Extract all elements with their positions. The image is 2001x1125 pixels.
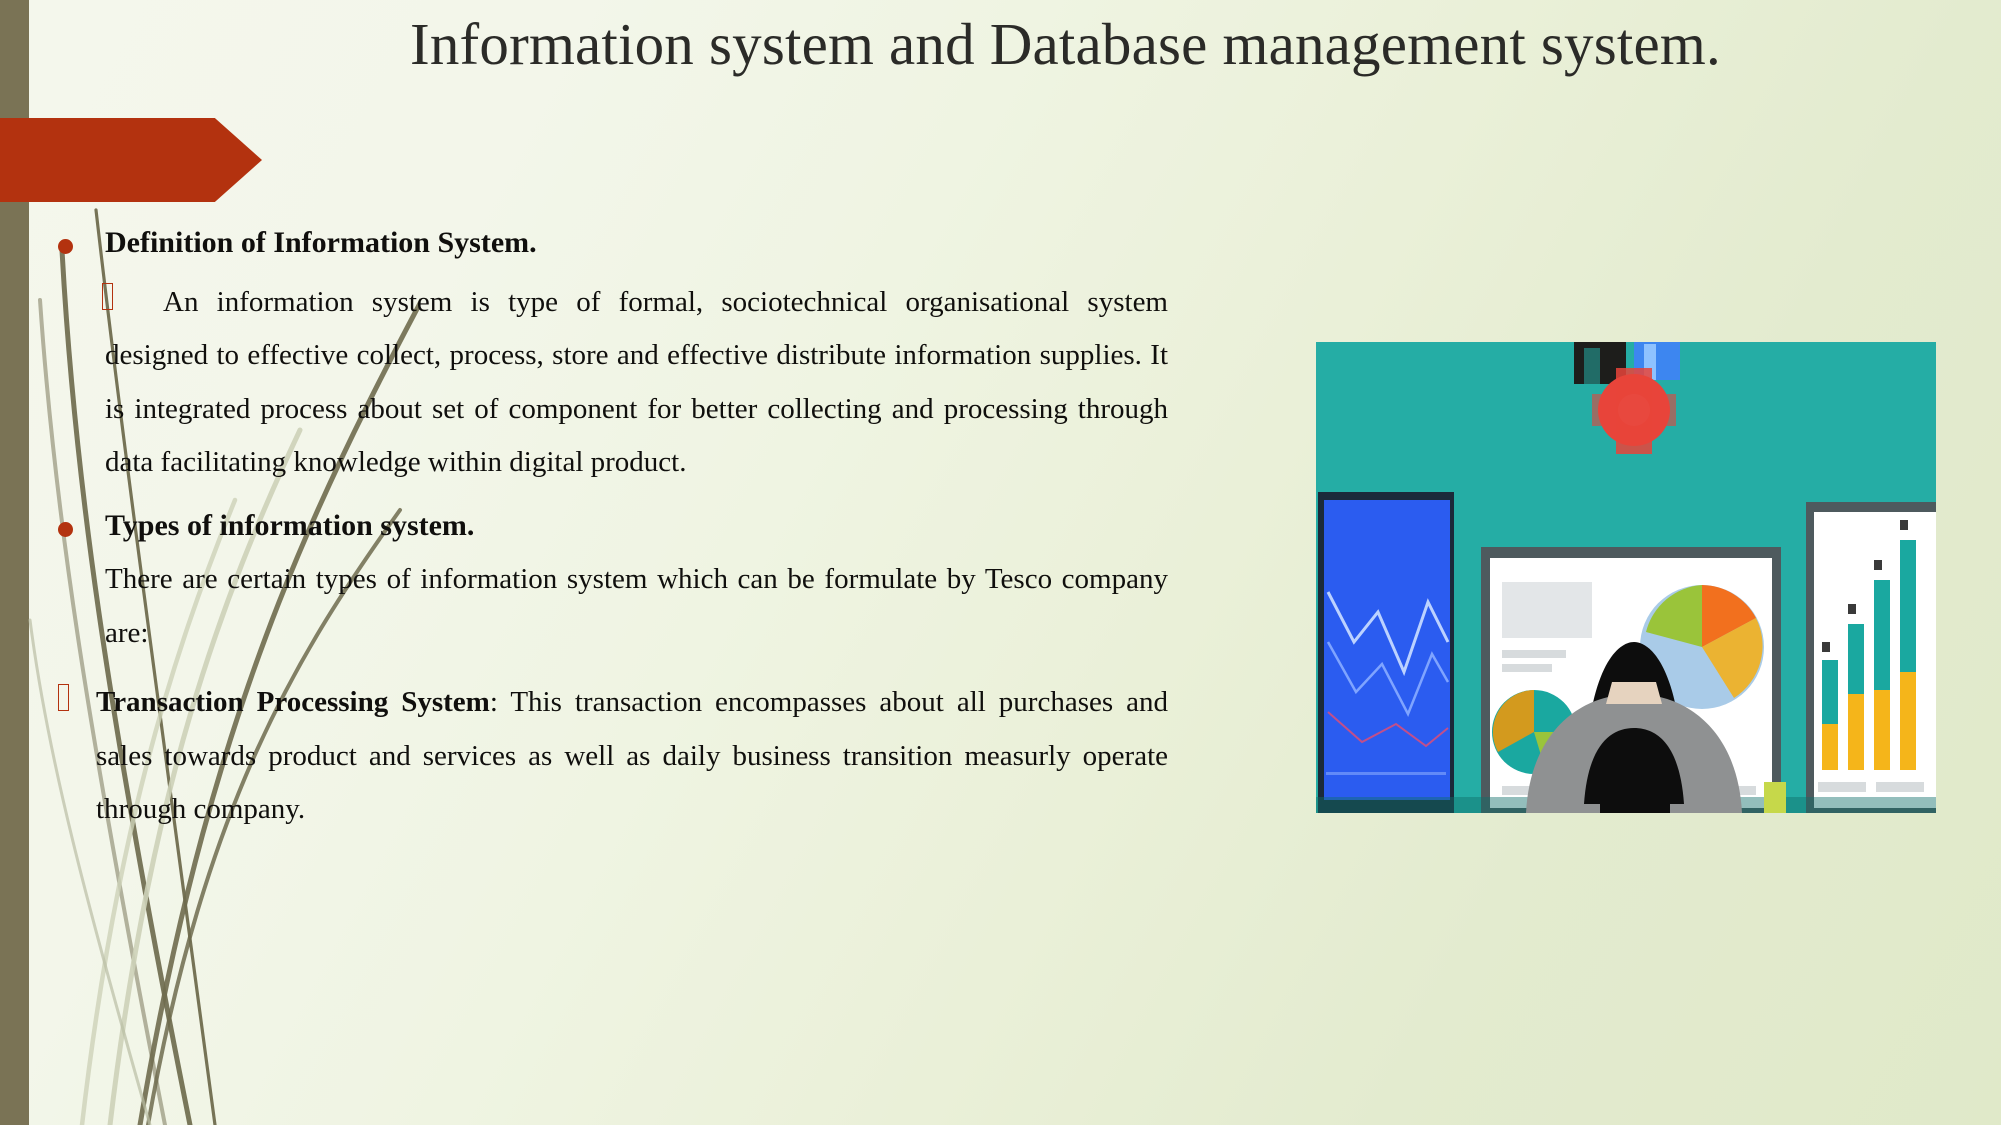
paragraph-types: There are certain types of information s… bbox=[105, 563, 1168, 649]
heading-types-label: Types of information system. bbox=[105, 509, 475, 543]
list-item-transaction-processing-system: Transaction Processing System: This tran… bbox=[58, 676, 1168, 836]
illustration-svg bbox=[1316, 342, 1936, 813]
bullet-definition-of-information-system: Definition of Information System. bbox=[58, 228, 1168, 258]
slide-canvas: Information system and Database manageme… bbox=[0, 0, 2001, 1125]
heading-definition-label: Definition of Information System. bbox=[105, 226, 537, 259]
desk-cup bbox=[1764, 782, 1786, 813]
paragraph-definition-text: An information system is type of formal,… bbox=[105, 286, 1168, 479]
paragraph-definition: An information system is type of formal,… bbox=[58, 276, 1168, 489]
square-bullet-icon bbox=[58, 684, 69, 712]
red-arrow-banner bbox=[0, 118, 262, 202]
round-bullet-icon bbox=[58, 239, 73, 254]
square-bullet-icon bbox=[102, 283, 113, 310]
right-monitor bbox=[1806, 502, 1936, 813]
content-body: Definition of Information System. An inf… bbox=[58, 228, 1168, 836]
illustration-analyst-dashboards bbox=[1316, 342, 1936, 813]
list-item-label: Transaction Processing System bbox=[96, 686, 490, 719]
left-monitor bbox=[1318, 492, 1454, 813]
page-title: Information system and Database manageme… bbox=[410, 11, 1721, 77]
bullet-types-of-information-system: Types of information system. bbox=[58, 511, 1168, 541]
round-bullet-icon bbox=[58, 522, 73, 538]
